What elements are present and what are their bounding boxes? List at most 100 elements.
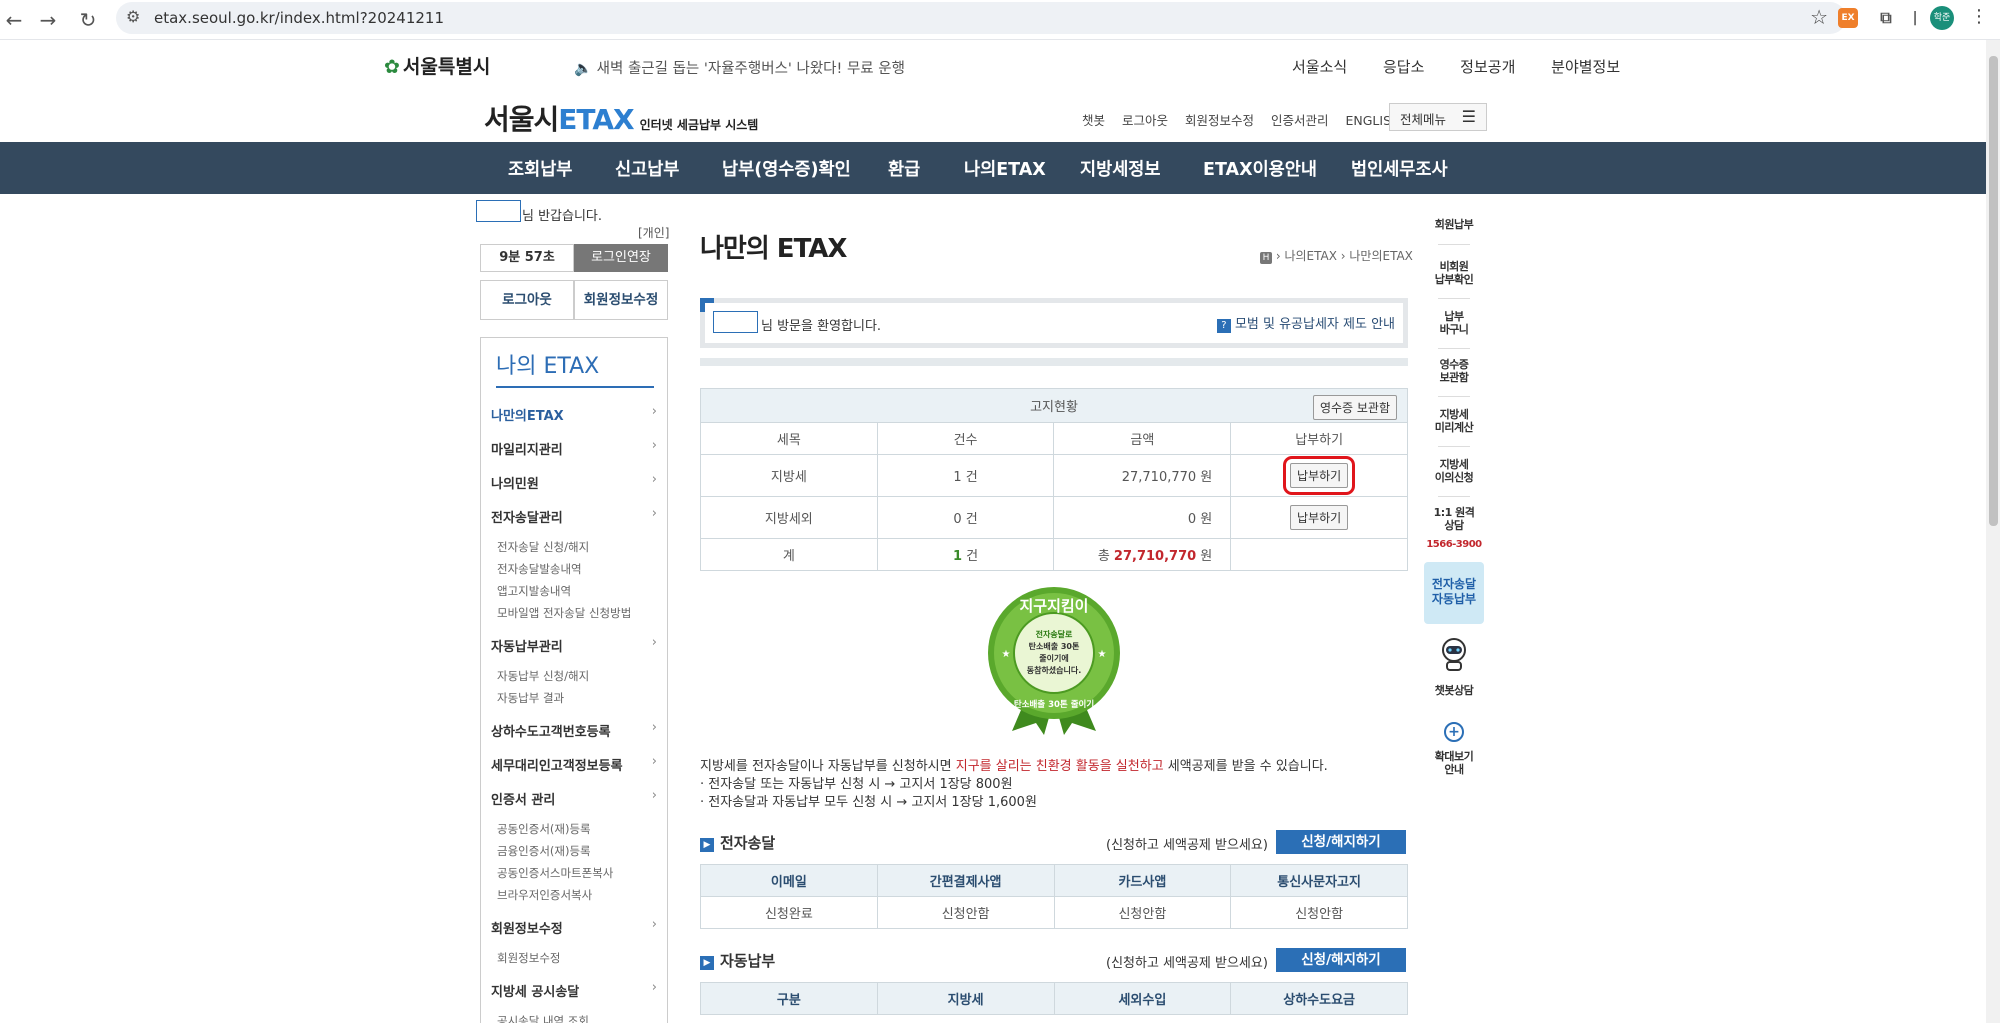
quick-esend-autopay[interactable]: 전자송달 자동납부: [1424, 562, 1484, 624]
nav-my-etax[interactable]: 나의ETAX: [964, 156, 1046, 181]
esend-apply-button[interactable]: 신청/해지하기: [1276, 830, 1406, 854]
cell-card-app-status: 신청안함: [1053, 896, 1232, 929]
util-cert[interactable]: 인증서관리: [1271, 113, 1329, 128]
nav-inquiry-pay[interactable]: 조회납부: [508, 156, 572, 181]
chevron-right-icon: ›: [651, 788, 657, 803]
quick-receipt-box[interactable]: 영수증 보관함: [1424, 358, 1484, 384]
sidebar-item-my-etax[interactable]: 나만의ETAX ›: [491, 404, 657, 424]
cell-amount: 0 원: [1053, 496, 1232, 539]
sidebar-item-autopay[interactable]: 자동납부관리 ›: [491, 635, 657, 655]
badge-star-left: ★: [1002, 649, 1011, 660]
quick-divider: [1438, 348, 1470, 349]
nav-local-tax-info[interactable]: 지방세정보: [1080, 156, 1161, 181]
address-bar[interactable]: ⚙ etax.seoul.go.kr/index.html?20241211 ☆: [116, 2, 1846, 34]
nav-refund[interactable]: 환급: [888, 156, 920, 181]
util-member-edit[interactable]: 회원정보수정: [1185, 113, 1254, 128]
nav-corp-audit[interactable]: 법인세무조사: [1351, 156, 1448, 181]
site-settings-icon[interactable]: ⚙: [126, 7, 140, 26]
scrollbar-thumb[interactable]: [1989, 56, 1998, 526]
logout-button[interactable]: 로그아웃: [480, 280, 574, 320]
autopay-apply-button[interactable]: 신청/해지하기: [1276, 948, 1406, 972]
quick-divider: [1438, 446, 1470, 447]
cell-empty: [1230, 538, 1408, 571]
chevron-right-icon: ›: [651, 404, 657, 419]
nav-receipt[interactable]: 납부(영수증)확인: [722, 156, 851, 181]
extensions-puzzle-icon[interactable]: ⧉: [1876, 8, 1896, 28]
sidebar-item-complaints[interactable]: 나의민원 ›: [491, 472, 657, 492]
bookmark-star-icon[interactable]: ☆: [1810, 5, 1828, 29]
sidebar-sub-esend-apply[interactable]: 전자송달 신청/해지: [497, 539, 589, 555]
member-edit-button[interactable]: 회원정보수정: [574, 280, 668, 320]
quick-pay-basket[interactable]: 납부 바구니: [1424, 310, 1484, 336]
quick-tax-calc[interactable]: 지방세 미리계산: [1424, 408, 1484, 434]
sidebar-item-cert[interactable]: 인증서 관리 ›: [491, 788, 657, 808]
top-link-info[interactable]: 정보공개: [1460, 58, 1515, 76]
top-link-news[interactable]: 서울소식: [1292, 58, 1347, 76]
seoul-city-logo[interactable]: ✿ 서울특별시: [384, 52, 490, 79]
faithful-taxpayer-link[interactable]: ? 모범 및 유공납세자 제도 안내: [1216, 313, 1395, 333]
main-navigation: 조회납부 신고납부 납부(영수증)확인 환급 나의ETAX 지방세정보 ETAX…: [0, 142, 1986, 194]
sidebar-sub-member-edit[interactable]: 회원정보수정: [497, 950, 560, 966]
nav-etax-guide[interactable]: ETAX이용안내: [1203, 156, 1317, 181]
back-icon[interactable]: ←: [0, 6, 28, 34]
quick-objection[interactable]: 지방세 이의신청: [1424, 458, 1484, 484]
sidebar-sub-app-notice[interactable]: 앱고지발송내역: [497, 583, 571, 599]
breadcrumb-my-etax[interactable]: 나의ETAX: [1284, 249, 1337, 263]
col-card-app: 카드사앱: [1053, 864, 1232, 897]
receipt-box-button[interactable]: 영수증 보관함: [1312, 395, 1397, 420]
sidebar-item-public-notice[interactable]: 지방세 공시송달 ›: [491, 980, 657, 1000]
sidebar-sub-autopay-result[interactable]: 자동납부 결과: [497, 690, 564, 706]
cell-total-count: 1 건: [876, 538, 1055, 571]
quick-zoom-guide[interactable]: 확대보기 안내: [1424, 750, 1484, 776]
sidebar-item-esend[interactable]: 전자송달관리 ›: [491, 506, 657, 526]
page-title: 나만의 ETAX: [700, 234, 847, 264]
zoom-plus-icon[interactable]: +: [1444, 722, 1464, 742]
table-row: 지방세외 0 건 0 원 납부하기: [700, 496, 1408, 539]
chevron-right-icon: ›: [651, 917, 657, 932]
top-link-field[interactable]: 분야별정보: [1551, 58, 1620, 76]
profile-avatar[interactable]: 학준: [1930, 6, 1954, 30]
quick-guest-pay-check[interactable]: 비회원 납부확인: [1424, 260, 1484, 286]
sidebar-sub-esend-history[interactable]: 전자송달발송내역: [497, 561, 582, 577]
reload-icon[interactable]: ↻: [74, 6, 102, 34]
chevron-right-icon: ›: [651, 635, 657, 650]
url-text[interactable]: etax.seoul.go.kr/index.html?20241211: [154, 9, 444, 27]
quick-chatbot[interactable]: 챗봇상담: [1424, 684, 1484, 697]
col-category: 구분: [700, 982, 878, 1015]
esend-section-title: ▶ 전자송달: [700, 832, 775, 853]
sidebar-item-water-register[interactable]: 상하수도고객번호등록 ›: [491, 720, 657, 740]
nav-report-pay[interactable]: 신고납부: [615, 156, 679, 181]
badge-center: [1013, 612, 1095, 694]
notice-banner[interactable]: 🔈 새벽 출근길 돕는 '자율주행버스' 나왔다! 무료 운행: [574, 57, 905, 78]
etax-logo[interactable]: 서울시ETAX 인터넷 세금납부 시스템: [484, 98, 758, 138]
forward-icon[interactable]: →: [34, 6, 62, 34]
sidebar-sub-cert-browser[interactable]: 브라우저인증서복사: [497, 887, 592, 903]
sidebar-sub-cert-finance[interactable]: 금융인증서(재)등록: [497, 843, 591, 859]
util-chatbot[interactable]: 챗봇: [1082, 113, 1105, 128]
badge-line-3: 줄이기에: [1039, 653, 1068, 663]
promo-line-3: · 전자송달과 자동납부 모두 신청 시 → 고지서 1장당 1,600원: [700, 795, 1037, 810]
top-link-response[interactable]: 응답소: [1383, 58, 1424, 76]
util-logout[interactable]: 로그아웃: [1122, 113, 1168, 128]
sidebar-sub-cert-smartphone[interactable]: 공동인증서스마트폰복사: [497, 865, 613, 881]
pay-button-local-tax[interactable]: 납부하기: [1283, 456, 1356, 495]
sidebar-sub-cert-joint[interactable]: 공동인증서(재)등록: [497, 821, 591, 837]
home-icon[interactable]: H: [1260, 252, 1272, 264]
extension-ex-icon[interactable]: EX: [1838, 8, 1858, 28]
chatbot-robot-icon[interactable]: [1438, 636, 1470, 672]
sidebar-sub-mobile-esend[interactable]: 모바일앱 전자송달 신청방법: [497, 605, 631, 621]
sidebar-item-tax-agent[interactable]: 세무대리인고객정보등록 ›: [491, 754, 657, 774]
sidebar-sub-public-notice[interactable]: 공시송달 내역 조회: [497, 1013, 589, 1023]
quick-remote-consult[interactable]: 1:1 원격 상담: [1424, 506, 1484, 532]
sidebar-item-mileage[interactable]: 마일리지관리 ›: [491, 438, 657, 458]
sidebar-item-member-edit[interactable]: 회원정보수정 ›: [491, 917, 657, 937]
quick-member-pay[interactable]: 회원납부: [1424, 218, 1484, 231]
table-row: 신청완료 신청안함 신청안함 신청안함: [700, 896, 1408, 929]
badge-line-4: 동참하셨습니다.: [1027, 665, 1082, 675]
login-extend-button[interactable]: 로그인연장: [574, 244, 668, 272]
pay-button-non-tax[interactable]: 납부하기: [1290, 505, 1349, 530]
browser-menu-icon[interactable]: ⋮: [1970, 6, 1988, 27]
sidebar-sub-autopay-apply[interactable]: 자동납부 신청/해지: [497, 668, 589, 684]
cell-tax-type: 지방세외: [700, 496, 878, 539]
all-menu-button[interactable]: 전체메뉴 ☰: [1389, 103, 1487, 131]
